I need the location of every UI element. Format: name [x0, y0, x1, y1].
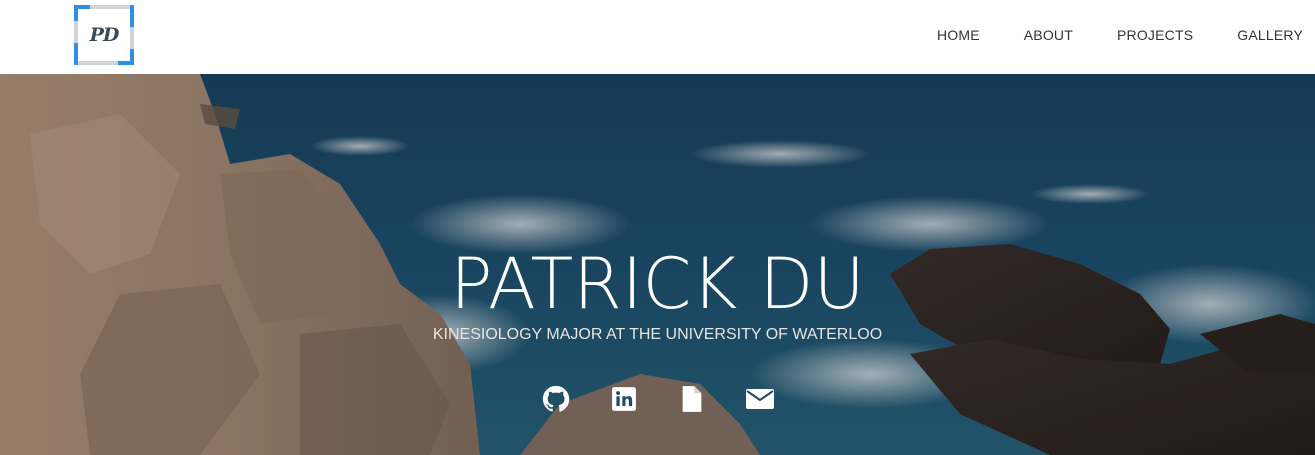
- hero-section: PATRICK DU KINESIOLOGY MAJOR AT THE UNIV…: [0, 74, 1315, 455]
- nav-projects[interactable]: PROJECTS: [1117, 27, 1193, 43]
- hero-title: PATRICK DU: [450, 243, 865, 325]
- nav-home[interactable]: HOME: [937, 27, 980, 43]
- social-links: [0, 382, 1315, 416]
- email-icon: [745, 389, 774, 409]
- nav-gallery[interactable]: GALLERY: [1237, 27, 1303, 43]
- github-icon: [542, 385, 569, 412]
- navbar: PD HOME ABOUT PROJECTS GALLERY: [0, 0, 1315, 74]
- nav-about[interactable]: ABOUT: [1024, 27, 1073, 43]
- resume-link[interactable]: [675, 382, 709, 416]
- main-nav: HOME ABOUT PROJECTS GALLERY: [893, 0, 1303, 70]
- logo[interactable]: PD: [74, 5, 134, 65]
- hero-subtitle: KINESIOLOGY MAJOR AT THE UNIVERSITY OF W…: [432, 326, 883, 343]
- github-link[interactable]: [539, 382, 573, 416]
- logo-text: PD: [89, 24, 120, 46]
- document-icon: [682, 386, 701, 412]
- linkedin-link[interactable]: [607, 382, 641, 416]
- linkedin-icon: [611, 387, 636, 411]
- email-link[interactable]: [743, 382, 777, 416]
